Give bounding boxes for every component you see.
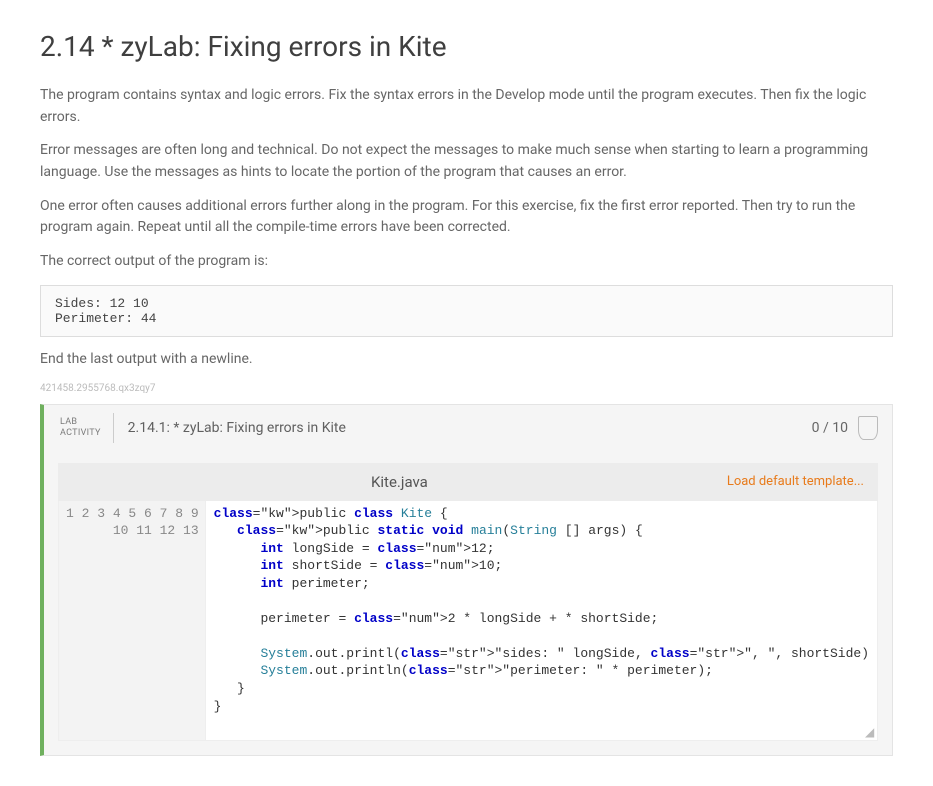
score-shield-icon bbox=[858, 416, 878, 440]
code-editor[interactable]: 1 2 3 4 5 6 7 8 9 10 11 12 13 class="kw"… bbox=[58, 501, 878, 741]
lab-header: LAB ACTIVITY 2.14.1: * zyLab: Fixing err… bbox=[44, 405, 892, 451]
lab-label-line2: ACTIVITY bbox=[60, 428, 101, 439]
lab-title: 2.14.1: * zyLab: Fixing errors in Kite bbox=[114, 413, 812, 443]
lab-score: 0 / 10 bbox=[812, 413, 848, 443]
file-bar: Kite.java Load default template... bbox=[58, 463, 878, 501]
intro-paragraph-4: The correct output of the program is: bbox=[40, 251, 893, 273]
intro-paragraph-5: End the last output with a newline. bbox=[40, 349, 893, 371]
expected-output-box: Sides: 12 10 Perimeter: 44 bbox=[40, 285, 893, 337]
intro-paragraph-3: One error often causes additional errors… bbox=[40, 196, 893, 239]
lab-label-line1: LAB bbox=[60, 417, 101, 428]
intro-paragraph-2: Error messages are often long and techni… bbox=[40, 140, 893, 183]
code-area[interactable]: class="kw">public class Kite { class="kw… bbox=[206, 501, 877, 740]
line-number-gutter: 1 2 3 4 5 6 7 8 9 10 11 12 13 bbox=[59, 501, 206, 740]
watermark-id: 421458.2955768.qx3zqy7 bbox=[40, 383, 893, 394]
lab-activity-panel: LAB ACTIVITY 2.14.1: * zyLab: Fixing err… bbox=[40, 404, 893, 756]
load-default-template-link[interactable]: Load default template... bbox=[727, 474, 864, 489]
resize-handle-icon[interactable]: ◢ bbox=[865, 729, 875, 739]
intro-paragraph-1: The program contains syntax and logic er… bbox=[40, 85, 893, 128]
file-name: Kite.java bbox=[72, 473, 727, 491]
lab-activity-label: LAB ACTIVITY bbox=[54, 413, 114, 443]
page-title: 2.14 * zyLab: Fixing errors in Kite bbox=[40, 30, 893, 63]
